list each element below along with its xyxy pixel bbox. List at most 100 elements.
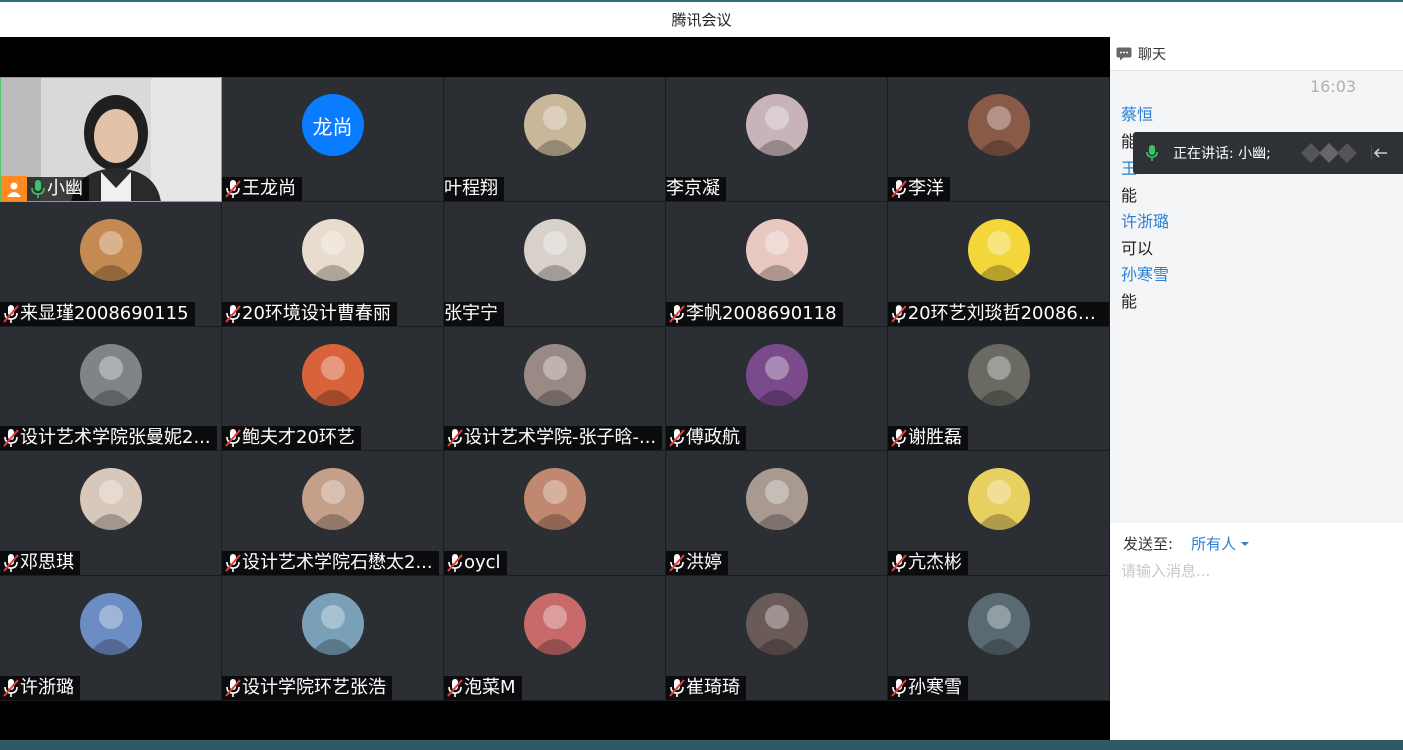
participant-tile[interactable]: 谢胜磊 [888, 326, 1110, 452]
mic-muted-icon [3, 678, 19, 697]
participant-name: 王龙尚 [242, 177, 296, 199]
mic-muted-icon [891, 304, 907, 323]
avatar [745, 94, 808, 156]
participant-nameplate: 李帆2008690118 [666, 301, 843, 326]
participant-nameplate: 李京凝 [666, 176, 726, 201]
mic-muted-icon [3, 429, 19, 448]
participant-nameplate: 邓思琪 [0, 551, 80, 576]
participant-name: 泡菜M [464, 676, 516, 698]
participant-tile[interactable]: 李洋 [888, 77, 1110, 202]
participant-name: 许浙璐 [20, 676, 74, 698]
message-input[interactable] [1121, 559, 1391, 583]
mic-muted-icon [447, 554, 463, 573]
participant-tile[interactable]: oycl [444, 451, 666, 577]
participant-tile[interactable]: 鲍夫才20环艺 [222, 326, 444, 452]
participant-tile[interactable]: 来显瑾2008690115 [0, 201, 222, 327]
participant-tile[interactable]: 亢杰彬 [888, 451, 1110, 577]
participant-nameplate: 崔琦琦 [666, 675, 746, 700]
participant-nameplate: 20环艺刘琰哲200869... [888, 301, 1109, 326]
mic-muted-icon [891, 554, 907, 573]
participant-tile[interactable]: 傅政航 [666, 326, 888, 452]
participant-tile[interactable]: 李京凝 [666, 77, 888, 202]
speaker-avatars-icon [1300, 143, 1357, 163]
avatar [967, 593, 1030, 656]
participant-name: 邓思琪 [20, 552, 74, 574]
avatar [301, 468, 364, 531]
title-bar: 腾讯会议 [0, 0, 1403, 37]
participant-nameplate: 洪婷 [666, 551, 728, 576]
chat-message: 能 [1121, 292, 1138, 311]
mic-muted-icon [225, 304, 241, 323]
collapse-arrow-icon[interactable] [1370, 145, 1389, 161]
mic-muted-icon [669, 429, 685, 448]
avatar [967, 218, 1030, 281]
avatar [745, 218, 808, 281]
send-to-row: 发送至: 所有人 [1123, 533, 1250, 554]
participant-nameplate: 孙寒雪 [888, 675, 968, 700]
avatar [967, 94, 1030, 156]
participant-nameplate: 谢胜磊 [888, 426, 968, 451]
participant-nameplate: 李洋 [888, 176, 950, 201]
avatar [745, 468, 808, 531]
participant-name: 小幽 [47, 177, 83, 199]
participant-nameplate: 亢杰彬 [888, 551, 968, 576]
avatar [523, 94, 586, 156]
mic-muted-icon [225, 429, 241, 448]
mic-muted-icon [225, 554, 241, 573]
participant-tile[interactable]: 李帆2008690118 [666, 201, 888, 327]
participant-tile[interactable]: 设计艺术学院石懋太2... [222, 451, 444, 577]
participant-tile[interactable]: 邓思琪 [0, 451, 222, 577]
participant-tile[interactable]: 龙尚王龙尚 [222, 77, 444, 202]
mic-muted-icon [669, 304, 685, 323]
participant-tile[interactable]: 20环艺刘琰哲200869... [888, 201, 1110, 327]
participant-name: 设计艺术学院张曼妮2... [20, 427, 211, 449]
participant-tile[interactable]: 设计艺术学院-张子晗-... [444, 326, 666, 452]
participant-name: 洪婷 [686, 552, 722, 574]
avatar [79, 218, 142, 281]
speaking-text: 正在讲话: 小幽; [1173, 146, 1271, 162]
chat-bubble-icon [1116, 47, 1132, 60]
chat-sender[interactable]: 孙寒雪 [1121, 261, 1169, 285]
participant-name: 李京凝 [666, 177, 720, 199]
participant-tile[interactable]: 小幽 [0, 77, 222, 202]
avatar [745, 343, 808, 406]
participant-tile[interactable]: 洪婷 [666, 451, 888, 577]
mic-icon [1146, 145, 1158, 161]
chevron-down-icon[interactable] [1240, 540, 1250, 548]
chat-message: 能 [1121, 186, 1138, 205]
mic-muted-icon [447, 429, 463, 448]
participant-nameplate: 小幽 [1, 175, 89, 201]
taskbar-strip [0, 740, 1403, 750]
participant-name: 孙寒雪 [908, 676, 962, 698]
participant-nameplate: 王龙尚 [222, 176, 302, 201]
participant-name: 李帆2008690118 [686, 302, 837, 324]
chat-sender[interactable]: 许浙璐 [1121, 208, 1169, 232]
participant-tile[interactable]: 泡菜M [444, 576, 666, 701]
avatar [523, 593, 586, 656]
participant-name: 设计艺术学院-张子晗-... [464, 427, 657, 449]
send-to-dropdown[interactable]: 所有人 [1191, 533, 1236, 554]
participant-tile[interactable]: 崔琦琦 [666, 576, 888, 701]
avatar [301, 218, 364, 281]
participant-name: oycl [464, 552, 501, 574]
participant-nameplate: 设计艺术学院张曼妮2... [0, 426, 217, 451]
participant-tile[interactable]: 设计艺术学院张曼妮2... [0, 326, 222, 452]
avatar-initials: 龙尚 [312, 114, 353, 139]
participant-name: 设计学院环艺张浩 [242, 676, 386, 698]
participant-tile[interactable]: 叶程翔 [444, 77, 666, 202]
participant-tile[interactable]: 许浙璐 [0, 576, 222, 701]
participant-tile[interactable]: 20环境设计曹春丽 [222, 201, 444, 327]
participant-nameplate: oycl [444, 551, 507, 576]
avatar [745, 593, 808, 656]
participant-tile[interactable]: 孙寒雪 [888, 576, 1110, 701]
participant-name: 20环艺刘琰哲200869... [907, 302, 1103, 324]
participant-tile[interactable]: 张宇宁 [444, 201, 666, 327]
participant-tile[interactable]: 设计学院环艺张浩 [222, 576, 444, 701]
mic-muted-icon [447, 678, 463, 697]
chat-sender[interactable]: 蔡恒 [1121, 101, 1153, 125]
chat-message: 可以 [1121, 239, 1154, 258]
avatar [301, 343, 364, 406]
avatar [79, 468, 142, 531]
mic-muted-icon [3, 304, 19, 323]
avatar [967, 468, 1030, 531]
